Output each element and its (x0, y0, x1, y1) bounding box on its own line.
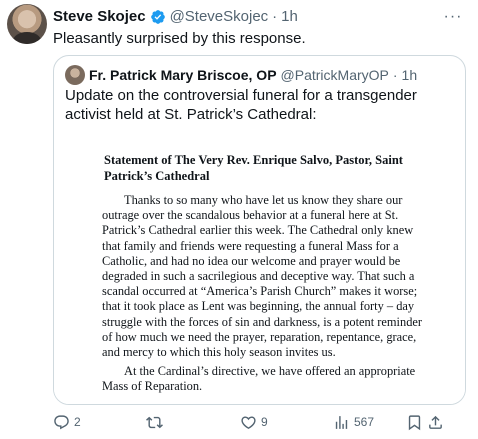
author-avatar[interactable] (7, 4, 47, 44)
repost-icon (146, 416, 163, 428)
statement-paragraph: Thanks to so many who have let us know t… (102, 193, 423, 360)
quoted-author-handle[interactable]: @PatrickMaryOP (281, 67, 389, 83)
views-bar-chart-icon (335, 415, 348, 429)
quoted-author-name[interactable]: Fr. Patrick Mary Briscoe, OP (89, 67, 277, 83)
post-text: Pleasantly surprised by this response. (53, 30, 306, 47)
like-count: 9 (261, 415, 268, 429)
share-button[interactable] (427, 412, 444, 432)
repost-button[interactable] (146, 412, 167, 432)
heart-icon (241, 415, 256, 429)
reply-button[interactable]: 2 (53, 412, 81, 432)
statement-title: Statement of The Very Rev. Enrique Salvo… (104, 153, 403, 183)
author-handle[interactable]: @SteveSkojec (170, 8, 269, 25)
reply-count: 2 (74, 415, 81, 429)
post-timestamp[interactable]: 1h (281, 8, 298, 25)
bookmark-icon (408, 414, 421, 430)
separator-dot: · (392, 67, 398, 83)
share-icon (429, 415, 442, 429)
reply-icon (54, 414, 69, 429)
statement-paragraph: At the Cardinal’s directive, we have off… (102, 364, 416, 394)
post-actions: 2 9 567 (53, 412, 466, 432)
more-options-icon[interactable]: ··· (442, 8, 464, 26)
views-count: 567 (354, 415, 375, 429)
statement-image[interactable]: Statement of The Very Rev. Enrique Salvo… (54, 130, 465, 404)
bookmark-button[interactable] (406, 412, 423, 432)
quoted-post-card[interactable]: Fr. Patrick Mary Briscoe, OP @PatrickMar… (53, 55, 466, 405)
verified-badge-icon (150, 9, 165, 24)
post-header: Steve Skojec @SteveSkojec · 1h (53, 8, 298, 25)
quoted-post-timestamp[interactable]: 1h (402, 67, 418, 83)
author-name[interactable]: Steve Skojec (53, 8, 146, 25)
separator-dot: · (272, 8, 278, 25)
like-button[interactable]: 9 (240, 412, 268, 432)
quoted-post-header: Fr. Patrick Mary Briscoe, OP @PatrickMar… (65, 65, 417, 85)
quoted-post-text: Update on the controversial funeral for … (65, 87, 417, 123)
views-button[interactable]: 567 (333, 412, 374, 432)
quoted-author-avatar[interactable] (65, 65, 85, 85)
